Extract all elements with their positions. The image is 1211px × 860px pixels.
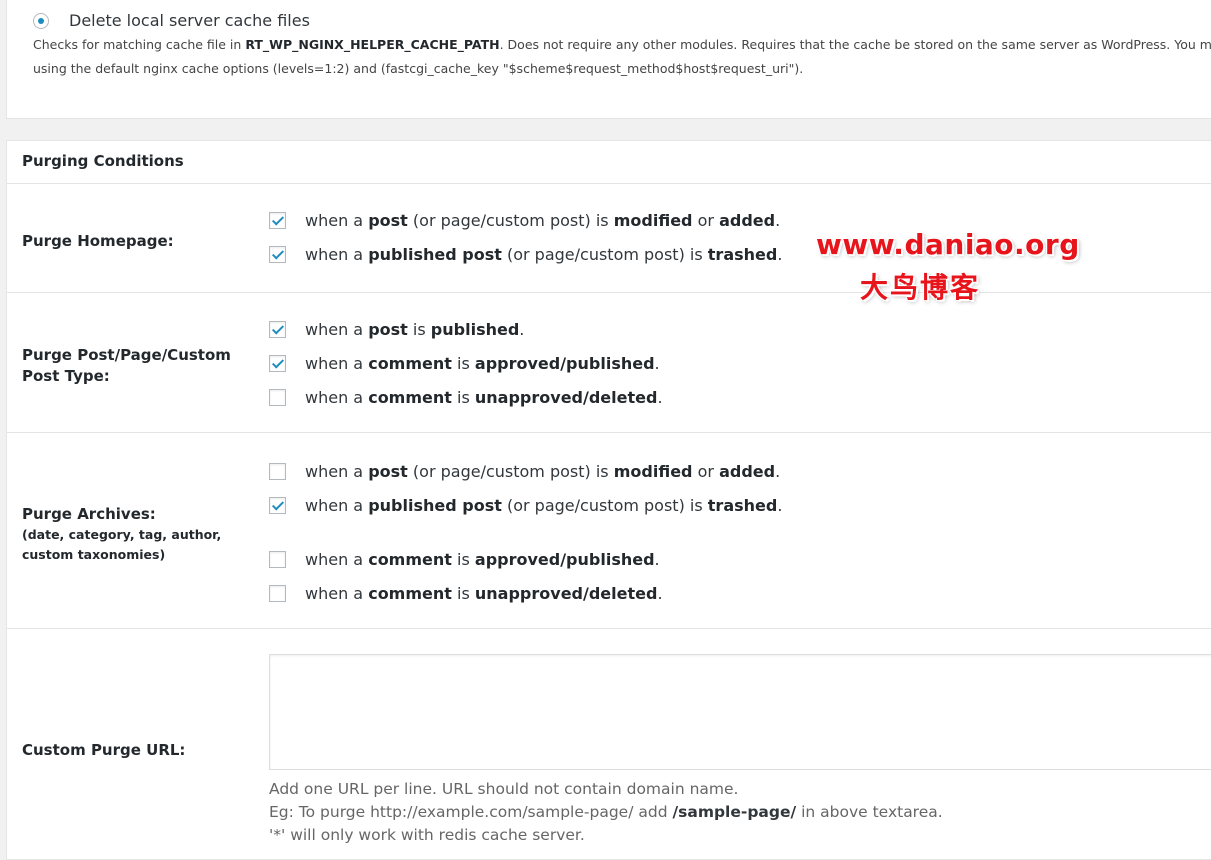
custom-purge-url-label: Custom Purge URL: [22, 741, 186, 759]
purge-archives-label: Purge Archives: [22, 505, 156, 523]
custom-purge-help-line3: '*' will only work with redis cache serv… [269, 826, 585, 844]
watermark-chinese: 大鸟博客 [860, 271, 981, 304]
delete-local-cache-label: Delete local server cache files [69, 11, 310, 30]
section-title: Purging Conditions [22, 152, 184, 170]
post-published-option: when a post is published. [305, 320, 525, 339]
arch-trashed-option: when a published post (or page/custom po… [305, 496, 783, 515]
cache-method-description: Checks for matching cache file in RT_WP_… [33, 37, 1211, 52]
divider [7, 432, 1211, 433]
custom-purge-url-textarea[interactable] [269, 654, 1211, 770]
post-comment-unapproved-option: when a comment is unapproved/deleted. [305, 388, 663, 407]
divider [7, 183, 1211, 184]
arch-trashed-checkbox[interactable] [269, 497, 286, 514]
home-trashed-checkbox[interactable] [269, 246, 286, 263]
purge-post-label: Purge Post/Page/Custom Post Type: [22, 346, 231, 385]
home-trashed-option: when a published post (or page/custom po… [305, 245, 783, 264]
arch-modified-option: when a post (or page/custom post) is mod… [305, 462, 781, 481]
delete-local-cache-radio[interactable] [33, 13, 49, 29]
divider [7, 292, 1211, 293]
arch-modified-checkbox[interactable] [269, 463, 286, 480]
post-published-checkbox[interactable] [269, 321, 286, 338]
purge-homepage-label: Purge Homepage: [22, 232, 174, 250]
purge-archives-sublabel: (date, category, tag, author, custom taxo… [22, 527, 222, 562]
custom-purge-help-line2: Eg: To purge http://example.com/sample-p… [269, 803, 943, 821]
home-modified-option: when a post (or page/custom post) is mod… [305, 211, 781, 230]
post-comment-unapproved-checkbox[interactable] [269, 389, 286, 406]
custom-purge-help-line1: Add one URL per line. URL should not con… [269, 780, 739, 798]
arch-comment-unapproved-checkbox[interactable] [269, 585, 286, 602]
home-modified-checkbox[interactable] [269, 212, 286, 229]
divider [7, 628, 1211, 629]
cache-method-description-line2: using the default nginx cache options (l… [33, 61, 804, 76]
post-comment-approved-option: when a comment is approved/published. [305, 354, 660, 373]
post-comment-approved-checkbox[interactable] [269, 355, 286, 372]
arch-comment-unapproved-option: when a comment is unapproved/deleted. [305, 584, 663, 603]
arch-comment-approved-option: when a comment is approved/published. [305, 550, 660, 569]
arch-comment-approved-checkbox[interactable] [269, 551, 286, 568]
watermark-url: www.daniao.org [816, 228, 1080, 261]
